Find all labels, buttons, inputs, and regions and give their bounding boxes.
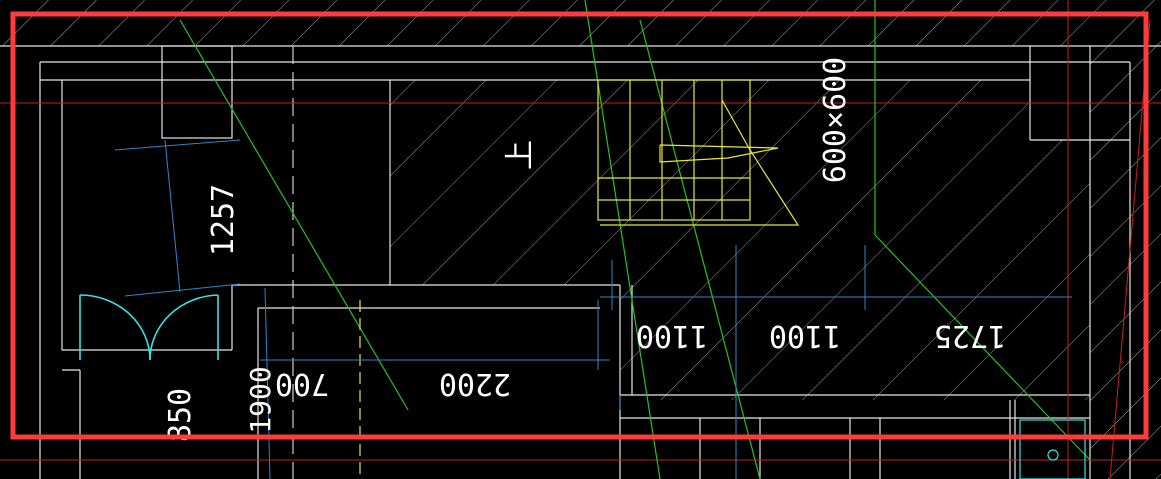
dim-1100-left: 1100 — [636, 318, 708, 353]
right-wall-hatch — [1090, 46, 1161, 479]
top-wall-hatch — [0, 0, 1161, 46]
cad-drawing-canvas[interactable]: 1257 1100 1100 1725 2200 700 1900 850 60… — [0, 0, 1161, 479]
dim-700: 700 — [275, 366, 329, 401]
dim-1725: 1725 — [934, 318, 1006, 353]
dim-1900: 1900 — [244, 366, 277, 433]
stair-up-label: 上 — [503, 140, 538, 170]
dim-2200: 2200 — [439, 366, 511, 401]
tile-size-note: 600×600 — [818, 57, 853, 183]
dim-1100-right: 1100 — [769, 318, 841, 353]
dim-850: 850 — [163, 388, 198, 442]
dim-1257: 1257 — [206, 184, 241, 256]
